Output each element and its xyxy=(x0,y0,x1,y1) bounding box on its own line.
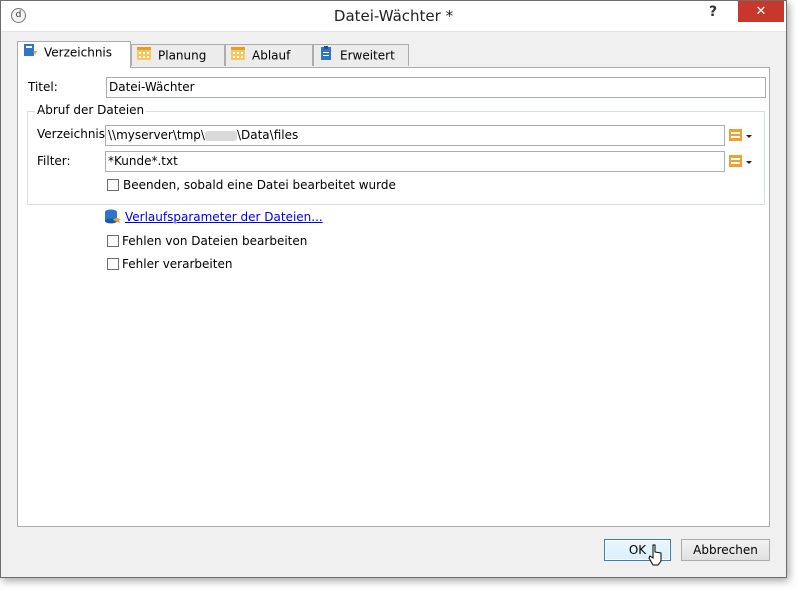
redacted-text xyxy=(204,130,237,141)
help-button[interactable]: ? xyxy=(690,1,736,23)
title-label: Titel: xyxy=(28,80,58,94)
handle-missing-files-label: Fehlen von Dateien bearbeiten xyxy=(122,234,308,248)
directory-value-prefix: \\myserver\tmp\ xyxy=(108,128,205,142)
filter-input[interactable]: *Kunde*.txt xyxy=(105,151,725,172)
history-parameters-link[interactable]: Verlaufsparameter der Dateien... xyxy=(125,210,323,224)
handle-missing-files-checkbox[interactable] xyxy=(107,235,119,247)
mouse-cursor-icon xyxy=(648,543,664,570)
filter-label: Filter: xyxy=(37,154,71,168)
window-title: Datei-Wächter * xyxy=(333,7,454,25)
tab-verzeichnis[interactable]: Verzeichnis xyxy=(17,41,131,68)
title-input[interactable]: Datei-Wächter xyxy=(106,77,766,98)
process-errors-checkbox[interactable] xyxy=(107,258,119,270)
directory-value-suffix: \Data\files xyxy=(236,128,299,142)
tab-ablauf[interactable]: Ablauf xyxy=(225,44,313,66)
directory-input[interactable]: \\myserver\tmp\ \Data\files xyxy=(105,125,725,146)
cancel-button[interactable]: Abbrechen xyxy=(681,539,770,561)
title-bar: d Datei-Wächter * ? ✕ xyxy=(1,1,786,32)
close-button[interactable]: ✕ xyxy=(738,1,784,22)
tab-label: Ablauf xyxy=(252,48,291,63)
tab-erweitert[interactable]: Erweitert xyxy=(313,44,409,66)
tab-label: Verzeichnis xyxy=(44,45,113,60)
clipboard-icon xyxy=(318,45,334,67)
stop-after-file-checkbox[interactable] xyxy=(107,179,119,191)
calendar-icon xyxy=(230,45,246,67)
folder-down-icon xyxy=(22,42,38,64)
process-errors-label: Fehler verarbeiten xyxy=(122,257,233,271)
dialog-window: d Datei-Wächter * ? ✕ Verzeichnis Planun… xyxy=(0,0,787,578)
file-retrieval-group: Abruf der Dateien Verzeichnis: \\myserve… xyxy=(27,103,765,205)
tab-panel-verzeichnis: Titel: Datei-Wächter Abruf der Dateien V… xyxy=(17,67,770,527)
directory-label: Verzeichnis: xyxy=(37,127,110,141)
tab-planung[interactable]: Planung xyxy=(131,44,225,66)
tab-label: Planung xyxy=(158,48,207,63)
filter-options-button[interactable] xyxy=(728,153,756,171)
directory-browse-button[interactable] xyxy=(728,127,756,145)
calendar-icon xyxy=(136,45,152,67)
stop-after-file-label: Beenden, sobald eine Datei bearbeitet wu… xyxy=(123,178,396,192)
group-title: Abruf der Dateien xyxy=(35,103,147,117)
tab-label: Erweitert xyxy=(340,48,395,63)
database-icon xyxy=(104,209,122,228)
